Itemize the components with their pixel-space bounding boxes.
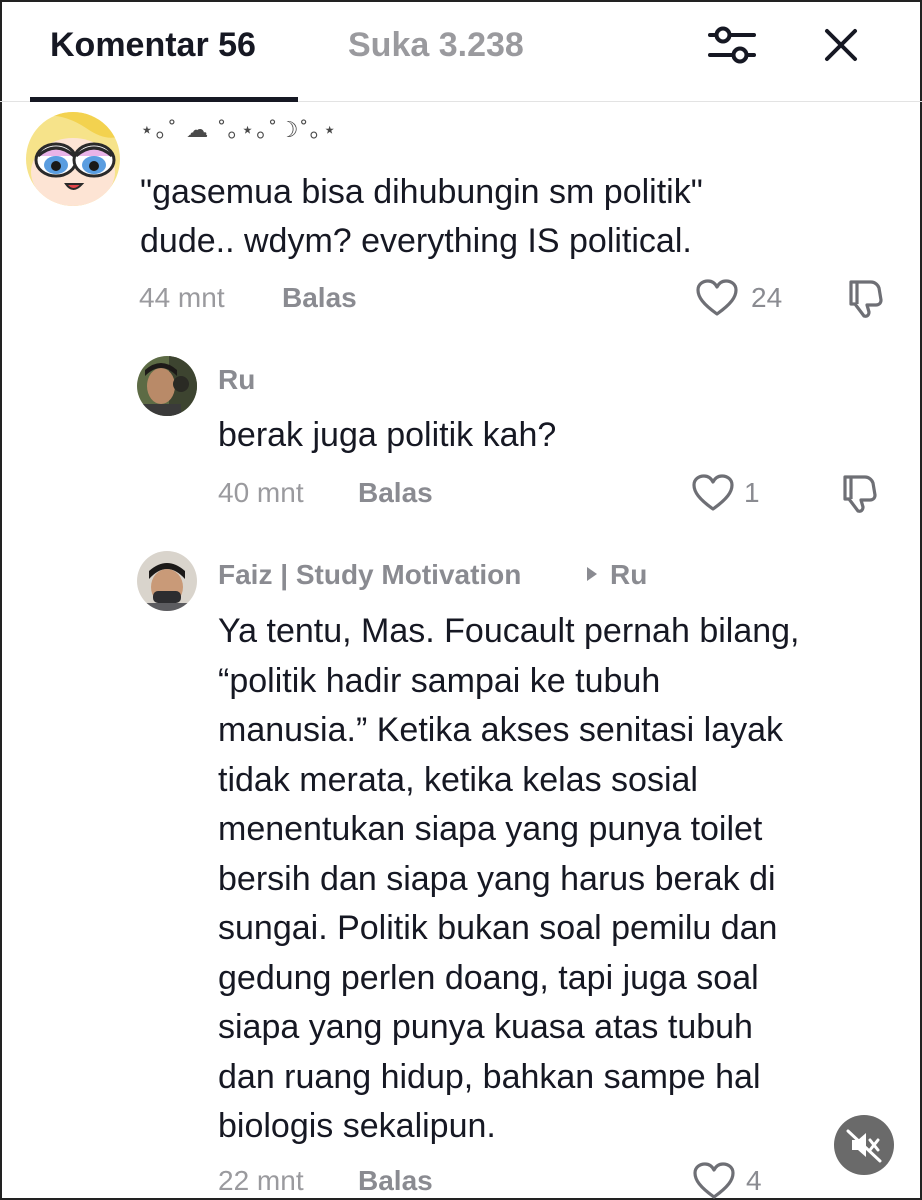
comment-text-line: tidak merata, ketika kelas sosial bbox=[218, 760, 698, 799]
avatar[interactable] bbox=[137, 356, 197, 416]
reply-target-username[interactable]: Ru bbox=[610, 559, 647, 591]
close-icon[interactable] bbox=[818, 22, 864, 68]
comment-username[interactable]: ⋆｡˚ ☁︎ ˚｡⋆｡˚☽˚｡⋆ bbox=[140, 112, 339, 144]
comment-text-line: Ya tentu, Mas. Foucault pernah bilang, bbox=[218, 612, 800, 650]
comment-username[interactable]: Ru bbox=[218, 364, 255, 396]
tab-likes[interactable]: Suka 3.238 bbox=[348, 26, 524, 65]
tab-comments[interactable]: Komentar 56 bbox=[50, 26, 256, 65]
reply-button[interactable]: Balas bbox=[282, 282, 357, 314]
thumbs-down-icon[interactable] bbox=[839, 471, 883, 515]
comment-text-line: gedung perlen doang, tapi juga soal bbox=[218, 958, 759, 997]
heart-icon[interactable] bbox=[691, 473, 735, 513]
reply-arrow-icon bbox=[587, 567, 597, 581]
powerpuff-bubbles-avatar-icon bbox=[26, 112, 120, 206]
comment-username[interactable]: Faiz | Study Motivation bbox=[218, 559, 521, 591]
comment-text-line: manusia.” Ketika akses senitasi layak bbox=[218, 711, 784, 749]
speaker-muted-icon bbox=[846, 1129, 882, 1163]
avatar[interactable] bbox=[137, 551, 197, 611]
comment-text-line: siapa yang punya kuasa atas tubuh bbox=[218, 1008, 753, 1046]
like-count: 1 bbox=[744, 477, 760, 508]
like-count: 24 bbox=[751, 282, 783, 313]
filter-sliders-icon[interactable] bbox=[706, 22, 758, 68]
reply-button[interactable]: Balas bbox=[358, 1165, 433, 1197]
comment-text-line: dude.. wdym? everything IS political. bbox=[140, 222, 692, 260]
thumbs-down-icon[interactable] bbox=[845, 276, 889, 320]
comment-text-line: dan ruang hidup, bahkan sampe hal bbox=[218, 1057, 761, 1096]
user-photo-avatar-icon bbox=[137, 551, 197, 611]
comment-timestamp: 22 mnt bbox=[218, 1165, 304, 1196]
comment-text-line: "gasemua bisa dihubungin sm politik" bbox=[140, 173, 703, 211]
heart-icon[interactable] bbox=[692, 1161, 736, 1200]
comment-text-line: “politik hadir sampai ke tubuh bbox=[218, 661, 661, 700]
comment-timestamp: 44 mnt bbox=[139, 282, 225, 313]
comment-timestamp: 40 mnt bbox=[218, 477, 304, 508]
avatar[interactable] bbox=[26, 112, 120, 206]
like-count: 4 bbox=[746, 1165, 762, 1196]
comment-text-line: menentukan siapa yang punya toilet bbox=[218, 810, 763, 848]
reply-button[interactable]: Balas bbox=[358, 477, 433, 509]
heart-icon[interactable] bbox=[695, 278, 739, 318]
comment-text-line: biologis sekalipun. bbox=[218, 1107, 496, 1145]
comments-header: Komentar 56 Suka 3.238 bbox=[0, 0, 922, 102]
mute-button[interactable] bbox=[834, 1115, 894, 1175]
user-photo-avatar-icon bbox=[137, 356, 197, 416]
active-tab-indicator bbox=[30, 97, 298, 102]
comment-text-line: bersih dan siapa yang harus berak di bbox=[218, 859, 776, 898]
comment-text-line: sungai. Politik bukan soal pemilu dan bbox=[218, 909, 778, 947]
comment-text-line: berak juga politik kah? bbox=[218, 416, 557, 454]
